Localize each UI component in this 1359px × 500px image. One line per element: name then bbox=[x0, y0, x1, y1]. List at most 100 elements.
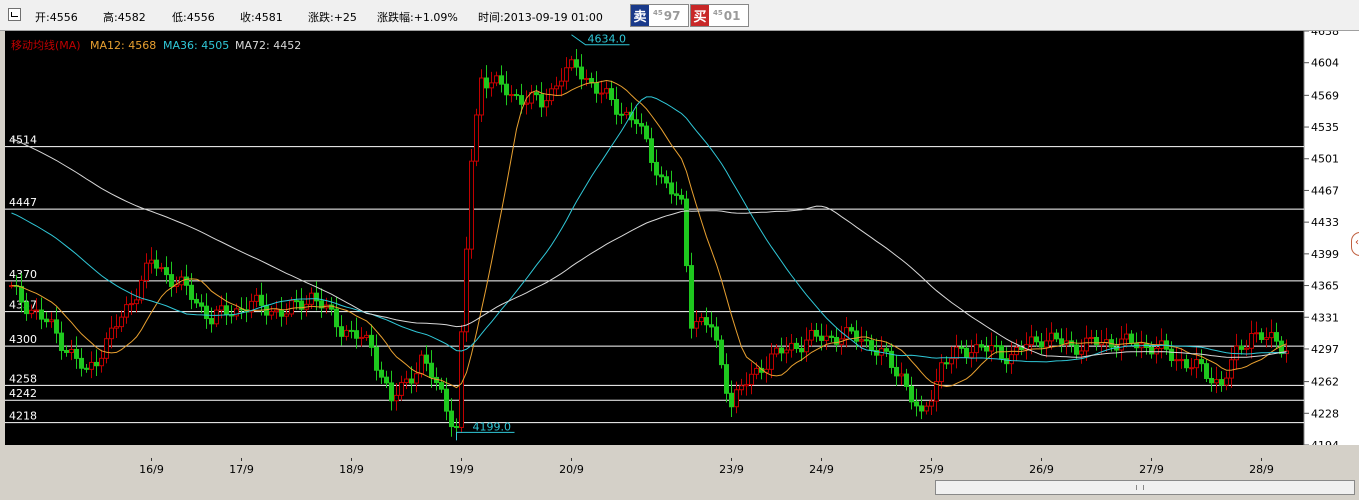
candle-body bbox=[1254, 332, 1259, 335]
candle-body bbox=[484, 77, 489, 89]
candle-body bbox=[909, 385, 914, 403]
candle-body bbox=[144, 262, 149, 281]
candle-body bbox=[674, 193, 679, 196]
change-pct-value: +1.09% bbox=[413, 11, 458, 24]
candle-body bbox=[269, 311, 274, 316]
candle-body bbox=[394, 394, 399, 402]
grip-icon[interactable] bbox=[1136, 485, 1144, 490]
low-value: 4556 bbox=[186, 11, 215, 24]
candle-body bbox=[34, 309, 39, 312]
y-tick-label: 4467 bbox=[1311, 184, 1339, 197]
buy-price-main: 01 bbox=[723, 8, 741, 23]
candle-body bbox=[279, 309, 284, 317]
candle-body bbox=[99, 357, 104, 367]
candle-body bbox=[1054, 332, 1059, 340]
candle-body bbox=[689, 265, 694, 329]
change-label: 涨跌: bbox=[308, 11, 334, 24]
x-tick-label: 27/9 bbox=[1139, 463, 1164, 476]
candle-body bbox=[884, 348, 889, 352]
candle-body bbox=[39, 309, 44, 320]
candle-body bbox=[399, 382, 404, 396]
candle-body bbox=[539, 94, 544, 108]
candle-body bbox=[234, 308, 239, 317]
candle-body bbox=[124, 304, 129, 318]
x-tick-label: 24/9 bbox=[809, 463, 834, 476]
candle-body bbox=[499, 75, 504, 85]
chevron-left-icon[interactable]: ‹ bbox=[1351, 232, 1359, 256]
candle-body bbox=[574, 59, 579, 68]
candle-body bbox=[289, 300, 294, 315]
candle-body bbox=[119, 316, 124, 328]
candle-body bbox=[804, 339, 809, 353]
candle-body bbox=[479, 77, 484, 116]
candle-body bbox=[1179, 359, 1184, 362]
candle-body bbox=[29, 309, 34, 315]
candle-body bbox=[509, 94, 514, 97]
candle-body bbox=[679, 194, 684, 200]
candle-body bbox=[579, 66, 584, 80]
buy-price-small: 45 bbox=[713, 8, 723, 17]
candle-body bbox=[214, 309, 219, 325]
close-value: 4581 bbox=[254, 11, 283, 24]
buy-quote-button[interactable]: 买 4501 bbox=[690, 4, 749, 27]
checkbox-icon[interactable] bbox=[8, 8, 21, 21]
open-value: 4556 bbox=[49, 11, 78, 24]
candle-body bbox=[769, 353, 774, 370]
candle-body bbox=[1034, 336, 1039, 343]
candle-body bbox=[1079, 350, 1084, 355]
legend-ma36: MA36: 4505 bbox=[163, 39, 229, 52]
candle-body bbox=[519, 95, 524, 105]
candle-body bbox=[1259, 332, 1264, 340]
candle-body bbox=[814, 329, 819, 337]
candle-body bbox=[849, 327, 854, 332]
change-pct-label: 涨跌幅: bbox=[377, 11, 414, 24]
candle-body bbox=[1269, 332, 1274, 339]
x-tick-label: 23/9 bbox=[719, 463, 744, 476]
change-pct-field: 涨跌幅:+1.09% bbox=[377, 9, 458, 25]
close-label: 收: bbox=[240, 11, 255, 24]
candle-body bbox=[569, 59, 574, 69]
candle-body bbox=[1154, 347, 1159, 355]
x-tick-label: 26/9 bbox=[1029, 463, 1054, 476]
candle-body bbox=[344, 329, 349, 337]
candle-body bbox=[724, 364, 729, 394]
candle-body bbox=[439, 382, 444, 390]
candle-body bbox=[1169, 348, 1174, 361]
time-axis: 16/9 17/9 18/9 19/9 20/9 23/9 24/9 25/9 26/9 27/9… bbox=[5, 458, 1299, 478]
candle-body bbox=[994, 345, 999, 348]
candle-body bbox=[714, 326, 719, 341]
candle-body bbox=[1199, 359, 1204, 365]
candle-body bbox=[84, 367, 89, 370]
sell-quote-button[interactable]: 卖 4597 bbox=[630, 4, 689, 27]
candle-body bbox=[24, 301, 29, 315]
candle-body bbox=[939, 362, 944, 383]
candle-body bbox=[1019, 346, 1024, 351]
candle-body bbox=[789, 342, 794, 351]
candle-body bbox=[659, 174, 664, 178]
candle-body bbox=[914, 401, 919, 407]
candle-body bbox=[1089, 336, 1094, 339]
candle-body bbox=[779, 347, 784, 354]
candlestick-chart[interactable]: 45144447437043374300425842424218 4638460… bbox=[5, 31, 1359, 445]
candle-body bbox=[1219, 379, 1224, 386]
y-tick-label: 4535 bbox=[1311, 121, 1339, 134]
candle-body bbox=[1009, 354, 1014, 365]
candle-body bbox=[199, 302, 204, 307]
level-label: 4447 bbox=[9, 196, 37, 209]
y-tick-label: 4399 bbox=[1311, 248, 1339, 261]
candle-body bbox=[359, 336, 364, 339]
candle-body bbox=[54, 319, 59, 334]
horizontal-scrollbar[interactable] bbox=[935, 480, 1355, 495]
candle-body bbox=[354, 330, 359, 339]
candle-body bbox=[799, 348, 804, 353]
candle-body bbox=[129, 303, 134, 306]
candle-body bbox=[609, 88, 614, 101]
candle-body bbox=[984, 346, 989, 352]
legend-title: 移动均线(MA) bbox=[11, 38, 81, 52]
candle-body bbox=[624, 111, 629, 116]
candle-body bbox=[49, 319, 54, 323]
candle-body bbox=[1059, 338, 1064, 345]
candle-body bbox=[1149, 346, 1154, 355]
candlestick-chart-panel[interactable]: 4514 4447 4370 4337 4300 4258 4242 4218 4638 460… bbox=[5, 31, 1359, 445]
candle-body bbox=[314, 292, 319, 302]
